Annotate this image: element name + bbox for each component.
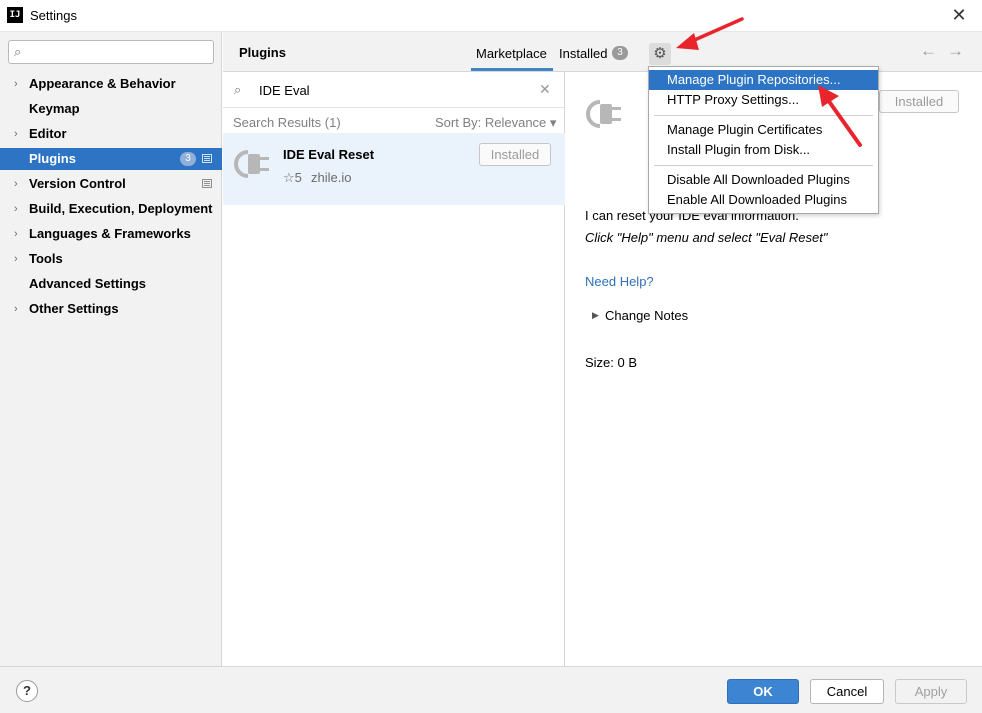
sidebar-item-label: Editor <box>29 126 67 141</box>
ok-button[interactable]: OK <box>727 679 799 704</box>
tab-marketplace[interactable]: Marketplace <box>476 46 547 61</box>
sidebar-item-keymap[interactable]: Keymap <box>0 98 222 120</box>
chevron-right-icon: › <box>14 203 18 215</box>
chevron-right-icon: › <box>14 128 18 140</box>
menu-separator <box>654 115 873 116</box>
sidebar-item-other-settings[interactable]: › Other Settings <box>0 298 222 320</box>
menu-item-install-plugin-from-disk[interactable]: Install Plugin from Disk... <box>649 140 878 160</box>
change-notes-toggle[interactable]: Change Notes <box>605 308 688 323</box>
sidebar-item-plugins[interactable]: Plugins 3 <box>0 148 222 170</box>
intellij-logo-icon: IJ <box>7 7 23 23</box>
sidebar-item-label: Advanced Settings <box>29 276 147 291</box>
menu-item-enable-all-downloaded[interactable]: Enable All Downloaded Plugins <box>649 190 878 210</box>
expand-triangle-icon[interactable]: ▶ <box>592 310 599 321</box>
plugin-vendor: zhile.io <box>311 170 352 185</box>
project-level-icon <box>202 179 212 188</box>
sidebar-item-editor[interactable]: › Editor <box>0 123 222 145</box>
search-icon: ⌕ <box>234 82 242 97</box>
sidebar-item-build-execution-deployment[interactable]: › Build, Execution, Deployment <box>0 198 222 220</box>
plugin-search-input[interactable]: ⌕ IDE Eval ✕ <box>223 72 565 108</box>
sort-dropdown[interactable]: Sort By: Relevance ▾ <box>435 115 556 131</box>
chevron-right-icon: › <box>14 78 18 90</box>
sidebar-item-label: Other Settings <box>29 301 119 316</box>
active-tab-underline <box>471 68 553 71</box>
plugin-installed-button[interactable]: Installed <box>479 143 551 166</box>
menu-separator <box>654 165 873 166</box>
plugin-list-pane: ⌕ IDE Eval ✕ Search Results (1) Sort By:… <box>223 72 565 666</box>
sidebar-item-label: Build, Execution, Deployment <box>29 201 213 216</box>
sidebar-item-languages-frameworks[interactable]: › Languages & Frameworks <box>0 223 222 245</box>
plugin-result-row[interactable]: IDE Eval Reset ☆5 zhile.io Installed <box>223 133 565 205</box>
project-level-icon <box>202 154 212 163</box>
forward-arrow-icon[interactable]: → <box>947 41 964 61</box>
settings-search-input[interactable]: ⌕ <box>8 40 214 64</box>
search-results-count: Search Results (1) <box>233 115 341 130</box>
plugin-size: Size: 0 B <box>585 355 638 370</box>
sidebar-item-label: Plugins <box>29 151 76 166</box>
chevron-right-icon: › <box>14 253 18 265</box>
sidebar-item-tools[interactable]: › Tools <box>0 248 222 270</box>
gear-dropdown-menu: Manage Plugin Repositories... HTTP Proxy… <box>648 66 879 214</box>
settings-sidebar: ⌕ › Appearance & Behavior Keymap › Edito… <box>0 32 222 666</box>
chevron-right-icon: › <box>14 303 18 315</box>
chevron-right-icon: › <box>14 228 18 240</box>
plugin-rating: ☆5 <box>283 170 302 185</box>
close-window-icon[interactable]: ✕ <box>948 4 970 26</box>
tab-installed[interactable]: Installed <box>559 46 607 61</box>
menu-item-manage-plugin-repositories[interactable]: Manage Plugin Repositories... <box>649 70 878 90</box>
installed-count-badge: 3 <box>612 46 628 60</box>
search-value: IDE Eval <box>259 83 310 98</box>
sidebar-item-advanced-settings[interactable]: Advanced Settings <box>0 273 222 295</box>
menu-item-manage-plugin-certificates[interactable]: Manage Plugin Certificates <box>649 120 878 140</box>
menu-item-disable-all-downloaded[interactable]: Disable All Downloaded Plugins <box>649 170 878 190</box>
window-title: Settings <box>30 8 77 23</box>
gear-icon[interactable]: ⚙ <box>649 43 671 65</box>
page-title: Plugins <box>239 45 286 60</box>
sidebar-item-label: Languages & Frameworks <box>29 226 191 241</box>
need-help-link[interactable]: Need Help? <box>585 274 654 289</box>
sidebar-item-appearance-behavior[interactable]: › Appearance & Behavior <box>0 73 222 95</box>
back-arrow-icon[interactable]: ← <box>920 41 937 61</box>
plug-icon <box>586 100 621 128</box>
chevron-right-icon: › <box>14 178 18 190</box>
plug-icon <box>234 150 269 178</box>
cancel-button[interactable]: Cancel <box>810 679 884 704</box>
plugin-instructions: Click "Help" menu and select "Eval Reset… <box>585 230 828 245</box>
plugin-name: IDE Eval Reset <box>283 147 375 162</box>
details-installed-button[interactable]: Installed <box>879 90 959 113</box>
help-icon[interactable]: ? <box>16 680 38 702</box>
title-bar: IJ Settings ✕ <box>0 0 982 32</box>
apply-button[interactable]: Apply <box>895 679 967 704</box>
sidebar-item-label: Keymap <box>29 101 80 116</box>
menu-item-http-proxy-settings[interactable]: HTTP Proxy Settings... <box>649 90 878 110</box>
plugins-count-badge: 3 <box>180 152 196 166</box>
sidebar-item-label: Appearance & Behavior <box>29 76 176 91</box>
sidebar-item-label: Tools <box>29 251 63 266</box>
dialog-footer: ? OK Cancel Apply <box>0 666 982 713</box>
sidebar-item-version-control[interactable]: › Version Control <box>0 173 222 195</box>
search-icon: ⌕ <box>14 44 22 59</box>
clear-search-icon[interactable]: ✕ <box>539 81 551 98</box>
sidebar-item-label: Version Control <box>29 176 126 191</box>
